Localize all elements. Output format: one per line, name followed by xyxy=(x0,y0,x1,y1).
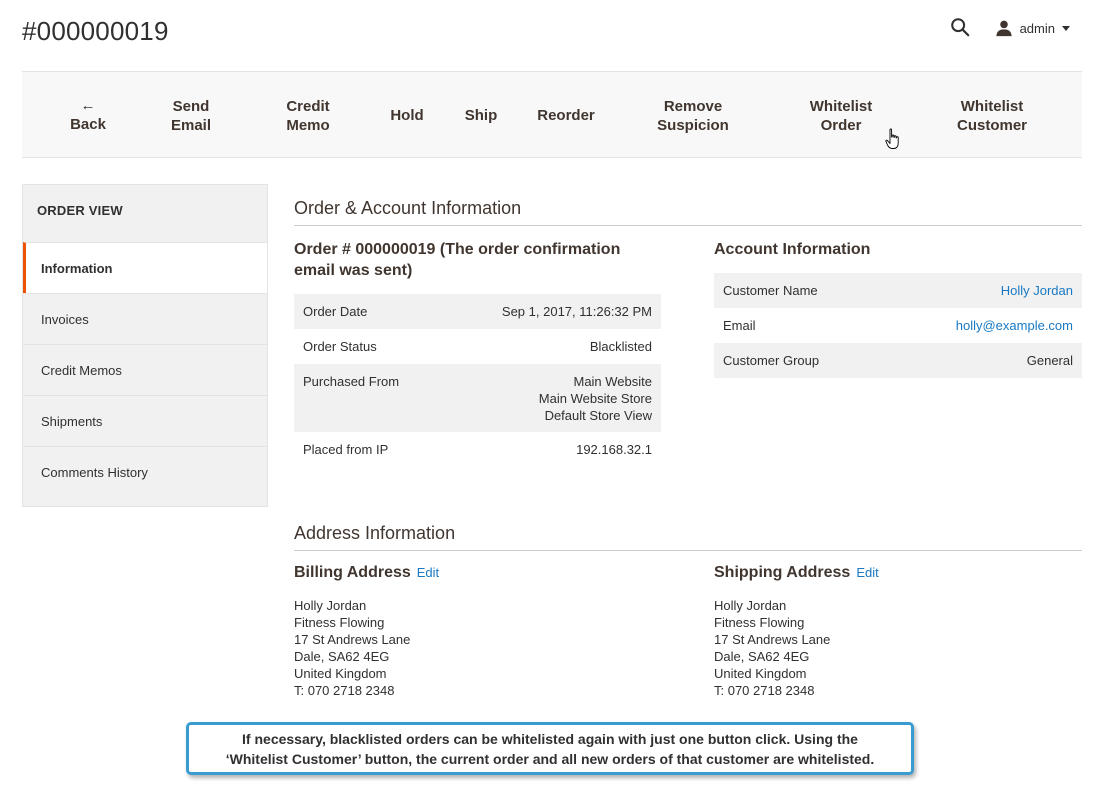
order-account-section-title: Order & Account Information xyxy=(294,198,1082,226)
header-actions: admin xyxy=(949,16,1070,40)
shipping-address: Holly Jordan Fitness Flowing 17 St Andre… xyxy=(714,598,831,698)
sidebar-item-credit-memos[interactable]: Credit Memos xyxy=(23,344,267,395)
order-info-table: Order Date Sep 1, 2017, 11:26:32 PM Orde… xyxy=(294,294,661,467)
shipping-edit-link[interactable]: Edit xyxy=(856,565,878,580)
send-email-button[interactable]: Send Email xyxy=(171,72,211,159)
table-row: Order Date Sep 1, 2017, 11:26:32 PM xyxy=(294,294,661,329)
account-info-table: Customer Name Holly Jordan Email holly@e… xyxy=(714,273,1082,378)
sidebar-item-information[interactable]: Information xyxy=(23,242,267,293)
customer-name-link[interactable]: Holly Jordan xyxy=(1001,282,1073,299)
account-info-title: Account Information xyxy=(714,241,871,258)
user-icon xyxy=(995,20,1012,37)
whitelist-customer-button[interactable]: Whitelist Customer xyxy=(957,72,1027,159)
table-row: Email holly@example.com xyxy=(723,317,1073,334)
chevron-down-icon xyxy=(1062,25,1070,31)
address-section-title: Address Information xyxy=(294,523,1082,551)
whitelist-order-button[interactable]: Whitelist Order xyxy=(810,72,873,159)
table-row: Customer Group General xyxy=(714,343,1082,378)
billing-edit-link[interactable]: Edit xyxy=(417,565,439,580)
credit-memo-button[interactable]: Credit Memo xyxy=(286,72,329,159)
billing-address: Holly Jordan Fitness Flowing 17 St Andre… xyxy=(294,598,411,698)
billing-address-title: Billing Address Edit xyxy=(294,564,440,581)
order-title: Order # 000000019 (The order confirmatio… xyxy=(294,241,621,279)
search-icon[interactable] xyxy=(949,16,973,40)
info-callout: If necessary, blacklisted orders can be … xyxy=(186,722,914,775)
order-status-value: Blacklisted xyxy=(589,339,652,354)
shipping-address-title: Shipping Address Edit xyxy=(714,564,879,581)
ship-button[interactable]: Ship xyxy=(465,72,498,159)
order-view-sidebar: ORDER VIEW Information Invoices Credit M… xyxy=(22,184,268,507)
back-button[interactable]: ← Back xyxy=(70,72,106,159)
user-menu[interactable]: admin xyxy=(995,19,1070,37)
sidebar-item-comments-history[interactable]: Comments History xyxy=(23,446,267,497)
table-row: Purchased From Main Website Main Website… xyxy=(294,364,661,432)
page-title: #000000019 xyxy=(22,16,169,46)
back-arrow-icon: ← xyxy=(80,96,96,114)
hand-cursor-icon xyxy=(885,128,899,149)
sidebar-item-shipments[interactable]: Shipments xyxy=(23,395,267,446)
table-row: Customer Name Holly Jordan xyxy=(714,273,1082,308)
email-link[interactable]: holly@example.com xyxy=(956,317,1073,334)
action-toolbar: ← Back Send Email Credit Memo Hold Ship … xyxy=(22,71,1082,158)
user-name: admin xyxy=(1019,20,1055,36)
hold-button[interactable]: Hold xyxy=(390,72,423,159)
table-row: Placed from IP 192.168.32.1 xyxy=(303,442,652,457)
sidebar-title: ORDER VIEW xyxy=(37,203,123,218)
sidebar-item-invoices[interactable]: Invoices xyxy=(23,293,267,344)
table-row: Order Status Blacklisted xyxy=(303,339,652,354)
reorder-button[interactable]: Reorder xyxy=(537,72,595,159)
remove-suspicion-button[interactable]: Remove Suspicion xyxy=(657,72,729,159)
